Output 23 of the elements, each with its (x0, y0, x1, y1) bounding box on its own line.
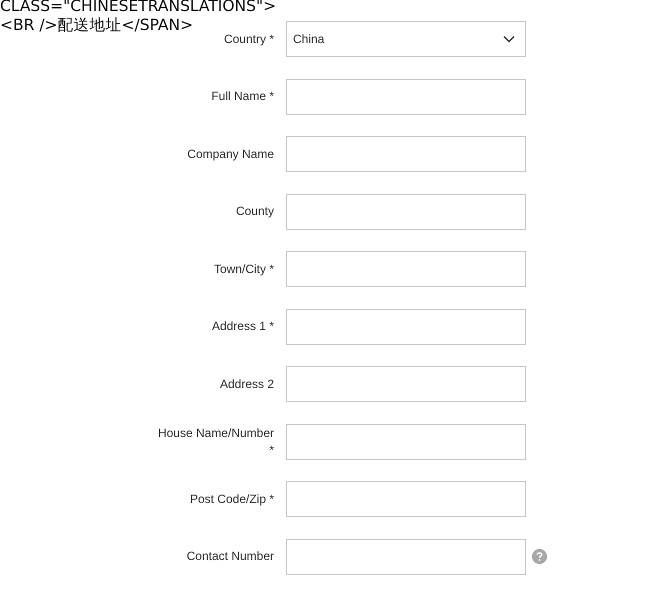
field-label: House Name/Number * (156, 424, 274, 458)
field-label: Address 1 * (210, 318, 274, 335)
input-field[interactable] (286, 136, 526, 172)
chevron-down-icon (503, 35, 515, 43)
field-label: Full Name * (210, 88, 274, 105)
input-field[interactable] (286, 366, 526, 402)
field-label: Post Code/Zip * (188, 490, 274, 508)
field-label: Country * (222, 30, 274, 48)
field-label: Company Name (186, 146, 274, 162)
input-field[interactable] (286, 251, 526, 287)
input-field[interactable] (286, 424, 526, 460)
input-field[interactable] (286, 481, 526, 517)
markup-text: <BR />配送地址</SPAN> (0, 16, 194, 35)
field-label: County (234, 203, 274, 220)
help-icon[interactable] (532, 548, 547, 564)
field-label: Town/City * (212, 260, 274, 278)
country-select[interactable]: China (286, 21, 526, 57)
field-label: Contact Number (186, 548, 274, 565)
input-field[interactable] (286, 308, 526, 344)
input-field[interactable] (286, 194, 526, 230)
input-field[interactable] (286, 538, 526, 574)
field-label: Address 2 (218, 376, 274, 392)
input-field[interactable] (286, 78, 526, 114)
